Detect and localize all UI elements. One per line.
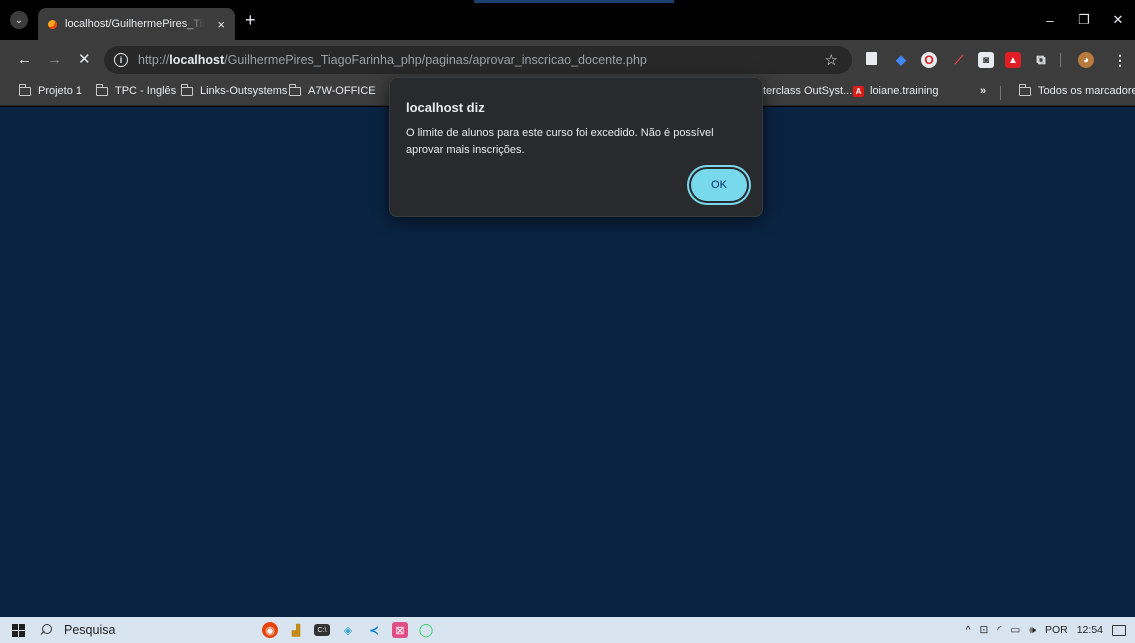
profile-avatar[interactable]: ◕ (1078, 52, 1094, 68)
dialog-message: O limite de alunos para este curso foi e… (406, 127, 714, 156)
browser-toolbar: ← → ✕ i http://localhost/GuilhermePires_… (0, 40, 1135, 80)
alert-dialog: localhost diz O limite de alunos para es… (389, 77, 763, 217)
bookmark-links-outsystems[interactable]: Links-Outsystems (180, 84, 288, 97)
tab-strip: ⌄ localhost/GuilhermePires_Tiago × + – ❐… (0, 0, 1135, 40)
bookmark-label: Links-Outsystems (200, 85, 288, 97)
xampp-favicon-icon (48, 19, 57, 29)
search-icon (40, 624, 52, 636)
site-info-icon[interactable]: i (114, 53, 128, 67)
chevron-up-icon[interactable]: ^ (966, 624, 971, 636)
pin-extension-icon[interactable]: ⟋ (951, 52, 967, 68)
bookmark-masterclass-outsystems[interactable]: terclass OutSyst... (763, 85, 852, 97)
window-controls: – ❐ ✕ (1033, 0, 1135, 40)
wifi-icon[interactable]: ◜ (997, 624, 1001, 636)
bookmark-label: TPC - Inglês (115, 85, 177, 97)
red-extension-icon[interactable]: ▲ (1005, 52, 1021, 68)
close-window-button[interactable]: ✕ (1101, 0, 1135, 40)
minimize-button[interactable]: – (1033, 0, 1067, 40)
vscode-taskbar-icon[interactable]: ≺ (366, 622, 382, 638)
back-button[interactable]: ← (17, 51, 32, 69)
all-bookmarks-folder[interactable]: Todos os marcadores (1018, 84, 1135, 97)
new-tab-button[interactable]: + (245, 11, 256, 29)
extensions-puzzle-icon[interactable]: ⧉ (1033, 52, 1049, 68)
folder-icon (1018, 84, 1031, 96)
terminal-taskbar-icon[interactable]: C:\ (314, 624, 330, 636)
angular-icon: A (853, 85, 864, 97)
bookmark-star-icon[interactable]: ☆ (825, 51, 838, 69)
windows-start-icon[interactable] (12, 624, 25, 637)
tab-drag-indicator (474, 0, 674, 3)
tab-title: localhost/GuilhermePires_Tiago (65, 18, 205, 30)
android-studio-taskbar-icon[interactable]: ◈ (340, 622, 356, 638)
bookmark-label: Todos os marcadores (1038, 85, 1135, 97)
opera-extension-icon[interactable]: O (921, 52, 937, 68)
tab-search-button[interactable]: ⌄ (10, 11, 28, 29)
forward-button[interactable]: → (47, 51, 62, 69)
bookmark-label: terclass OutSyst... (763, 85, 853, 97)
volume-icon[interactable]: 🕪 (1029, 624, 1036, 637)
folder-icon (95, 84, 108, 96)
bookmark-label: loiane.training (870, 85, 939, 97)
bookmark-label: Projeto 1 (38, 85, 83, 97)
whatsapp-taskbar-icon[interactable]: ◯ (418, 622, 434, 638)
url-text[interactable]: http://localhost/GuilhermePires_TiagoFar… (138, 53, 647, 67)
ok-button[interactable]: OK (691, 169, 747, 201)
bookmarks-overflow-button[interactable]: » (980, 85, 986, 97)
restore-button[interactable]: ❐ (1067, 0, 1101, 40)
bookmark-a7w-office[interactable]: A7W-OFFICE (288, 84, 376, 97)
camera-extension-icon[interactable]: ◙ (978, 52, 994, 68)
bookmark-tpc-ingles[interactable]: TPC - Inglês (95, 84, 177, 97)
folder-icon (18, 84, 31, 96)
notifications-icon[interactable] (1112, 624, 1126, 636)
system-tray: ^ ⊡ ◜ ▭ 🕪 POR 12:54 (966, 617, 1135, 643)
bookmarks-divider (1000, 86, 1001, 100)
chrome-taskbar-icon[interactable]: ◉ (262, 622, 278, 638)
reading-list-icon[interactable] (866, 52, 877, 65)
file-explorer-taskbar-icon[interactable]: ▟ (288, 622, 304, 638)
tab-close-icon[interactable]: × (217, 17, 225, 32)
active-tab[interactable]: localhost/GuilhermePires_Tiago × (38, 8, 235, 40)
address-bar[interactable]: i http://localhost/GuilhermePires_TiagoF… (104, 46, 852, 74)
bookmark-label: A7W-OFFICE (308, 85, 376, 97)
stop-loading-button[interactable]: ✕ (78, 51, 91, 69)
clock[interactable]: 12:54 (1077, 624, 1103, 636)
language-indicator[interactable]: POR (1045, 624, 1068, 636)
menu-kebab-icon[interactable]: ⋮ (1112, 52, 1128, 68)
windows-taskbar: Pesquisa ◉ ▟ C:\ ◈ ≺ ⊠ ◯ ^ ⊡ ◜ ▭ 🕪 POR 1… (0, 617, 1135, 643)
extension-blue-icon[interactable]: ◆ (893, 52, 909, 68)
snipping-tool-taskbar-icon[interactable]: ⊠ (392, 622, 408, 638)
dialog-title: localhost diz (406, 100, 485, 115)
bookmark-loiane-training[interactable]: A loiane.training (853, 85, 939, 97)
meet-now-icon[interactable]: ⊡ (980, 624, 989, 636)
search-placeholder: Pesquisa (64, 623, 116, 637)
bookmark-projeto-1[interactable]: Projeto 1 (18, 84, 83, 97)
toolbar-divider (1060, 53, 1061, 67)
battery-icon[interactable]: ▭ (1010, 624, 1020, 636)
taskbar-search[interactable]: Pesquisa (40, 620, 250, 640)
folder-icon (180, 84, 193, 96)
folder-icon (288, 84, 301, 96)
